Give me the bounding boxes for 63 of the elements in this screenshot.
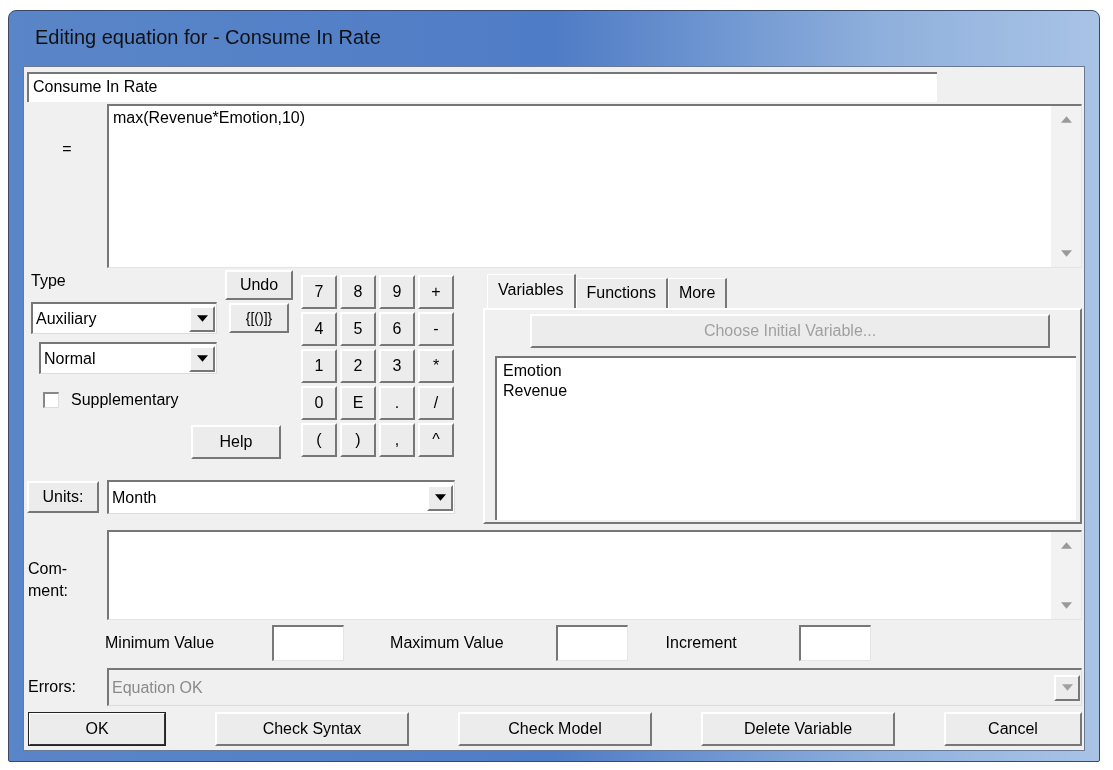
equation-field[interactable]: max(Revenue*Emotion,10) — [107, 104, 1082, 268]
keypad-key[interactable]: 8 — [340, 275, 376, 309]
keypad-key[interactable]: , — [379, 423, 415, 457]
keypad-key[interactable]: . — [379, 386, 415, 420]
keypad-key[interactable]: 2 — [340, 349, 376, 383]
keypad-key[interactable]: 4 — [301, 312, 337, 346]
dropdown-field[interactable]: Month — [107, 480, 455, 514]
dropdown-arrow-icon[interactable] — [196, 315, 208, 322]
checkbox-label: Supplementary — [71, 391, 179, 409]
input-field[interactable] — [272, 625, 345, 661]
keypad-key[interactable]: 0 — [301, 386, 337, 420]
name-field[interactable]: Consume In Rate — [27, 72, 937, 102]
input-field[interactable] — [555, 625, 628, 661]
keypad-key[interactable]: + — [418, 275, 454, 309]
scroll-down-icon[interactable] — [1060, 250, 1072, 257]
scrollbar[interactable] — [1051, 106, 1081, 267]
keypad-key[interactable]: / — [418, 386, 454, 420]
variable-list[interactable]: Emotion Revenue — [495, 356, 1076, 520]
units-button[interactable]: Units: — [27, 481, 99, 513]
help-button[interactable]: Help — [191, 425, 281, 459]
errors-label: Errors: — [27, 678, 77, 696]
type-label: Type — [31, 271, 67, 290]
dialog-button[interactable]: Check Model — [458, 712, 652, 746]
dialog-button[interactable]: Delete Variable — [701, 712, 895, 746]
scroll-up-icon[interactable] — [1060, 542, 1072, 549]
keypad-key[interactable]: 6 — [379, 312, 415, 346]
tab[interactable]: Variables — [487, 274, 576, 308]
keypad-key[interactable]: E — [340, 386, 376, 420]
keypad-key[interactable]: 1 — [301, 349, 337, 383]
keypad-key[interactable]: 7 — [301, 275, 337, 309]
scroll-up-icon[interactable] — [1060, 116, 1072, 123]
dialog-button[interactable]: OK — [28, 712, 166, 746]
list-item[interactable]: Emotion — [503, 361, 1070, 381]
brackets-button[interactable]: {[()]} — [229, 303, 289, 333]
dropdown-arrow-icon[interactable] — [196, 355, 208, 362]
dialog-button[interactable]: Check Syntax — [215, 712, 409, 746]
tab[interactable]: Functions — [575, 278, 668, 308]
keypad-key[interactable]: ) — [340, 423, 376, 457]
dropdown-field[interactable]: Auxiliary — [31, 302, 217, 334]
list-item[interactable]: Revenue — [503, 381, 1070, 401]
field-label: Maximum Value — [390, 634, 504, 652]
keypad-key[interactable]: - — [418, 312, 454, 346]
checkbox[interactable] — [43, 392, 59, 408]
keypad-key[interactable]: ^ — [418, 423, 454, 457]
dialog-button[interactable]: Cancel — [944, 712, 1082, 746]
undo-button[interactable]: Undo — [225, 270, 293, 300]
comment-label: Com- ment: — [27, 559, 69, 601]
keypad-key[interactable]: 3 — [379, 349, 415, 383]
keypad-key[interactable]: * — [418, 349, 454, 383]
scrollbar[interactable] — [1051, 532, 1081, 619]
input-field[interactable] — [798, 625, 871, 661]
dropdown-field[interactable]: Normal — [39, 342, 217, 374]
keypad-key[interactable]: 5 — [340, 312, 376, 346]
equals-label: = — [61, 139, 73, 159]
tab[interactable]: More — [667, 278, 728, 308]
scroll-down-icon[interactable] — [1060, 602, 1072, 609]
dropdown-arrow-icon[interactable] — [434, 494, 446, 501]
field-label: Increment — [665, 634, 737, 652]
field-label: Minimum Value — [105, 634, 215, 652]
comment-field[interactable] — [107, 530, 1082, 620]
window-title: Editing equation for - Consume In Rate — [34, 25, 382, 50]
keypad-key[interactable]: 9 — [379, 275, 415, 309]
keypad-key[interactable]: ( — [301, 423, 337, 457]
